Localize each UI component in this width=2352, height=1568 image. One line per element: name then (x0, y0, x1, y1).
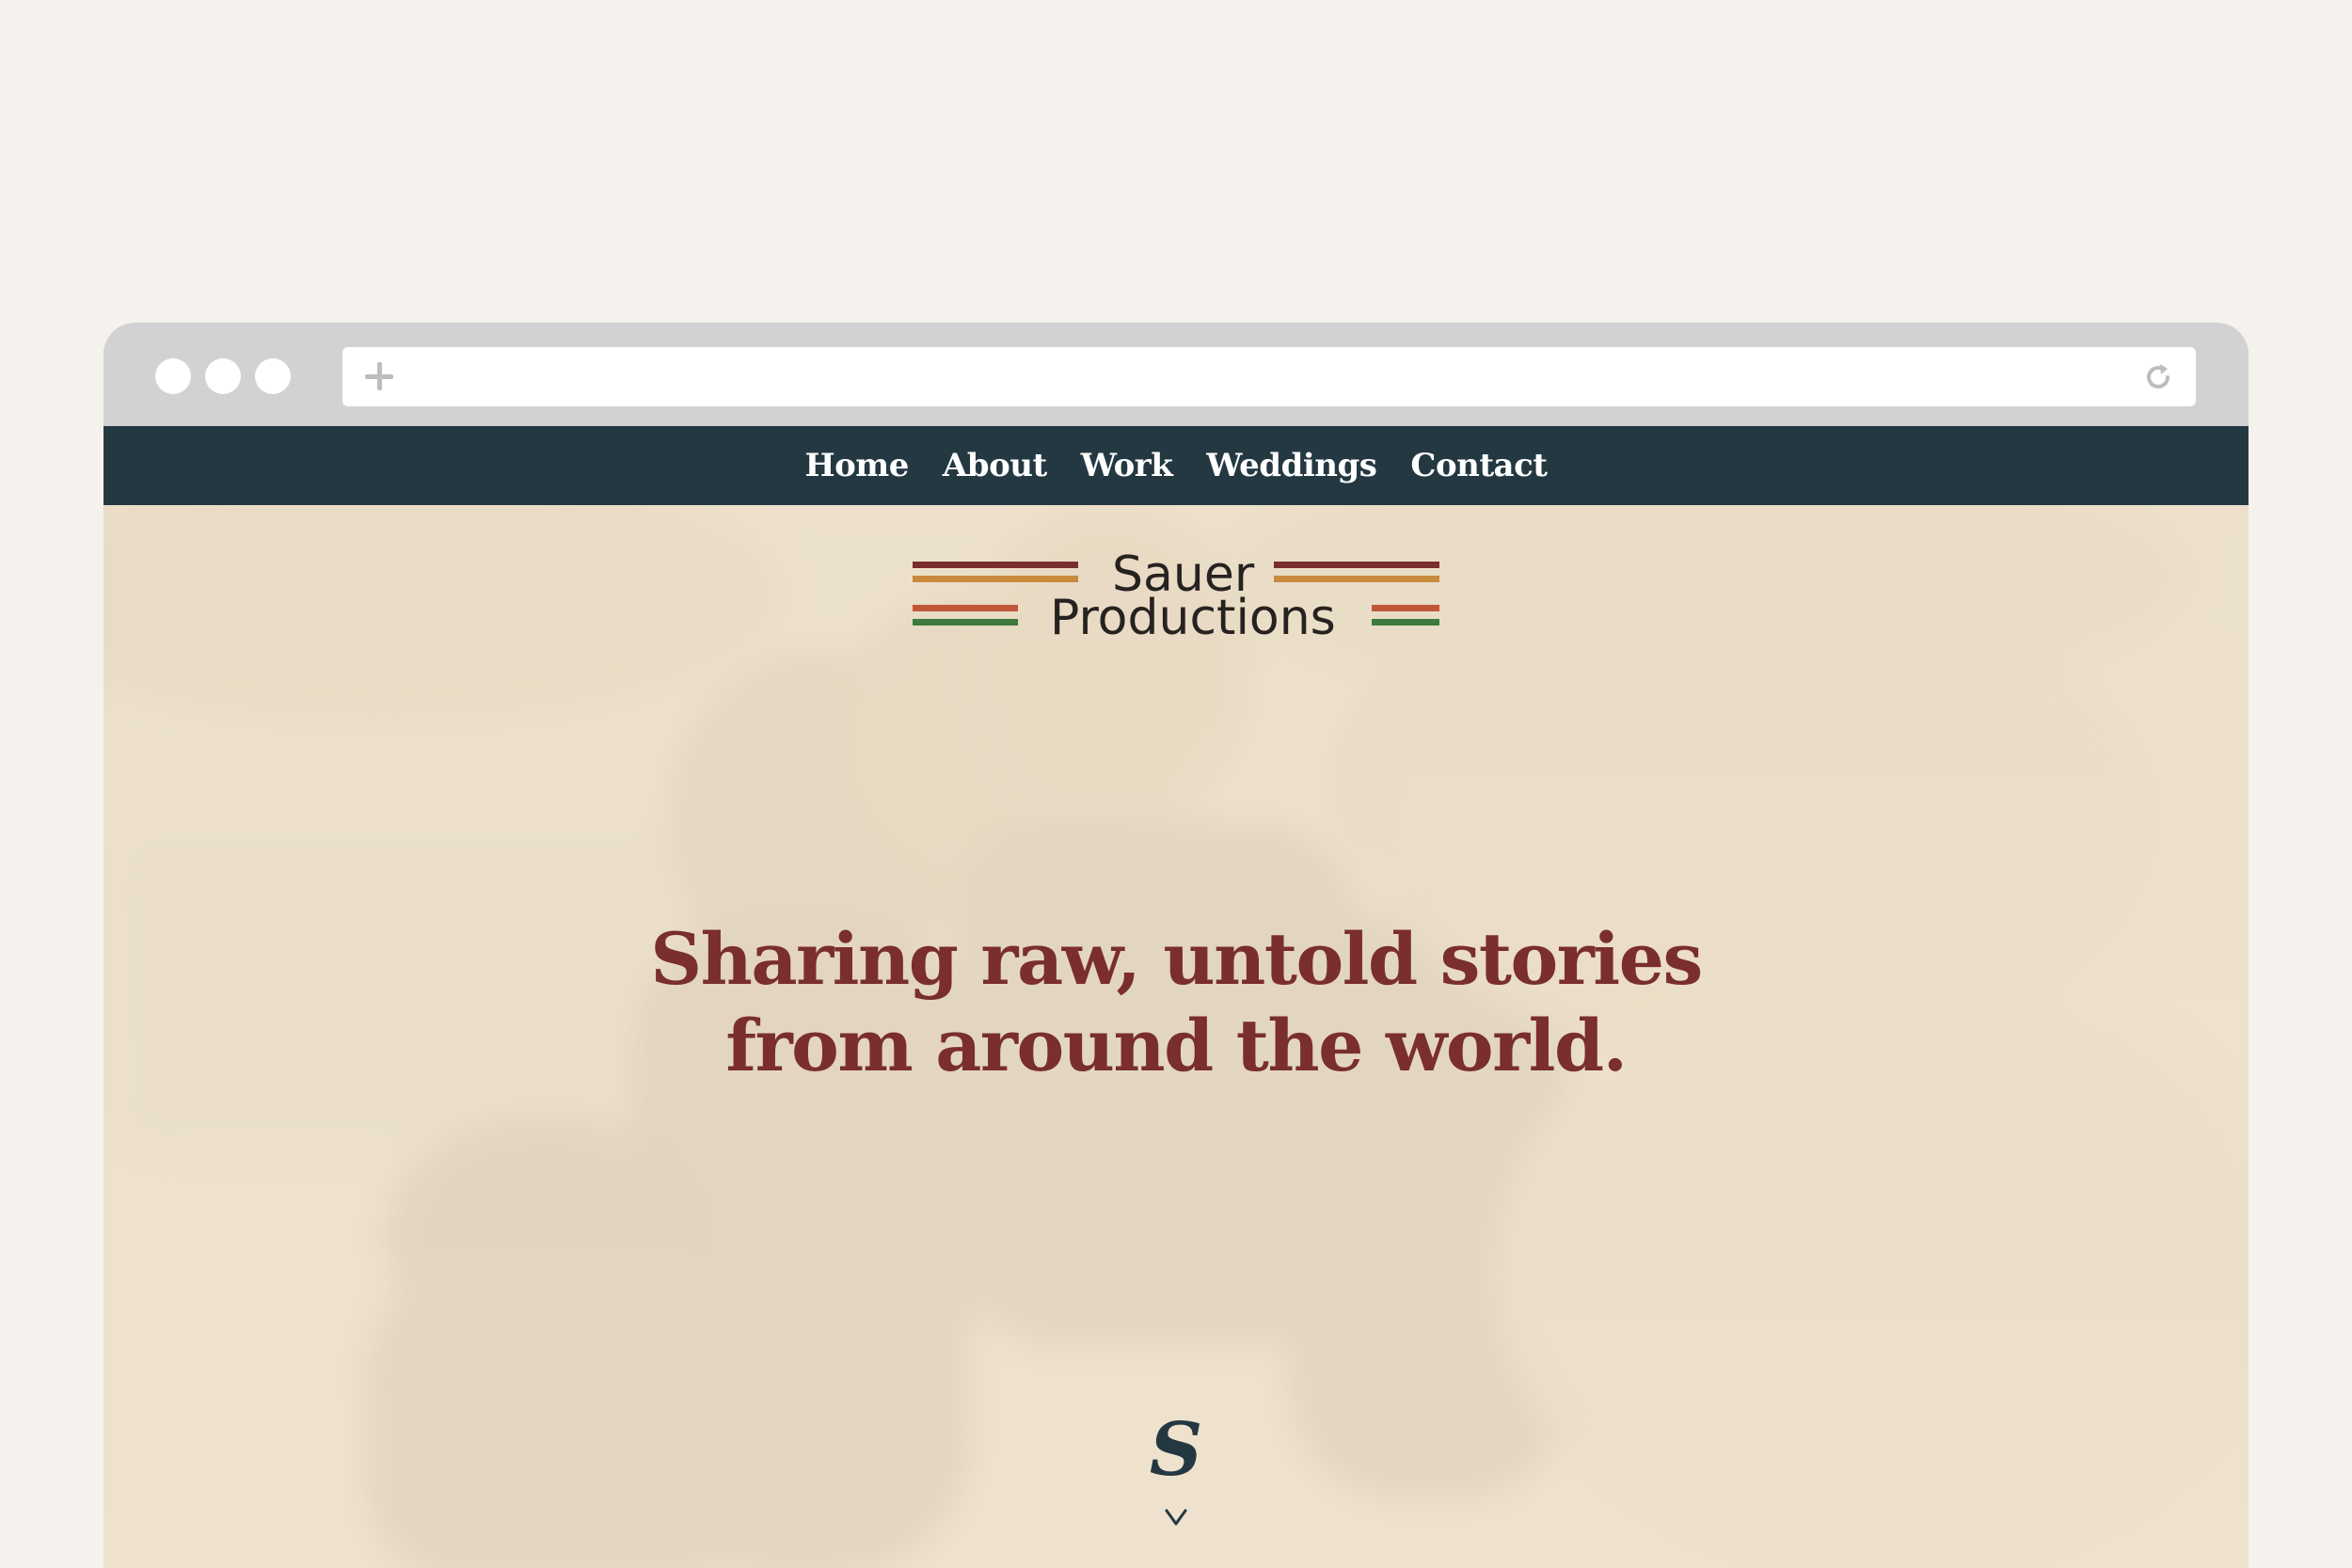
window-maximize-button[interactable] (255, 358, 291, 394)
browser-toolbar (103, 323, 2249, 426)
hero-headline: Sharing raw, untold stories from around … (612, 916, 1740, 1089)
monogram-logo: S (1148, 1414, 1204, 1498)
hero-headline-line-2: from around the world. (725, 1003, 1628, 1087)
chevron-down-icon[interactable] (1164, 1508, 1188, 1527)
browser-window: Home About Work Weddings Contact Sauer P… (103, 323, 2249, 1568)
window-close-button[interactable] (155, 358, 191, 394)
nav-link-weddings[interactable]: Weddings (1206, 447, 1377, 484)
logo-text-productions: Productions (1050, 590, 1336, 646)
nav-link-contact[interactable]: Contact (1410, 447, 1548, 484)
reload-icon[interactable] (2139, 358, 2177, 396)
nav-link-work[interactable]: Work (1081, 447, 1173, 484)
monogram-letter: S (1149, 1407, 1203, 1493)
window-minimize-button[interactable] (205, 358, 241, 394)
site-logo[interactable]: Sauer Productions (913, 548, 1439, 642)
nav-link-about[interactable]: About (943, 447, 1047, 484)
plus-icon[interactable] (361, 358, 397, 394)
main-navigation: Home About Work Weddings Contact (103, 426, 2249, 505)
address-bar[interactable] (342, 347, 2196, 406)
hero-headline-line-1: Sharing raw, untold stories (650, 916, 1703, 1001)
nav-link-home[interactable]: Home (805, 447, 910, 484)
website-viewport: Home About Work Weddings Contact Sauer P… (103, 426, 2249, 1568)
